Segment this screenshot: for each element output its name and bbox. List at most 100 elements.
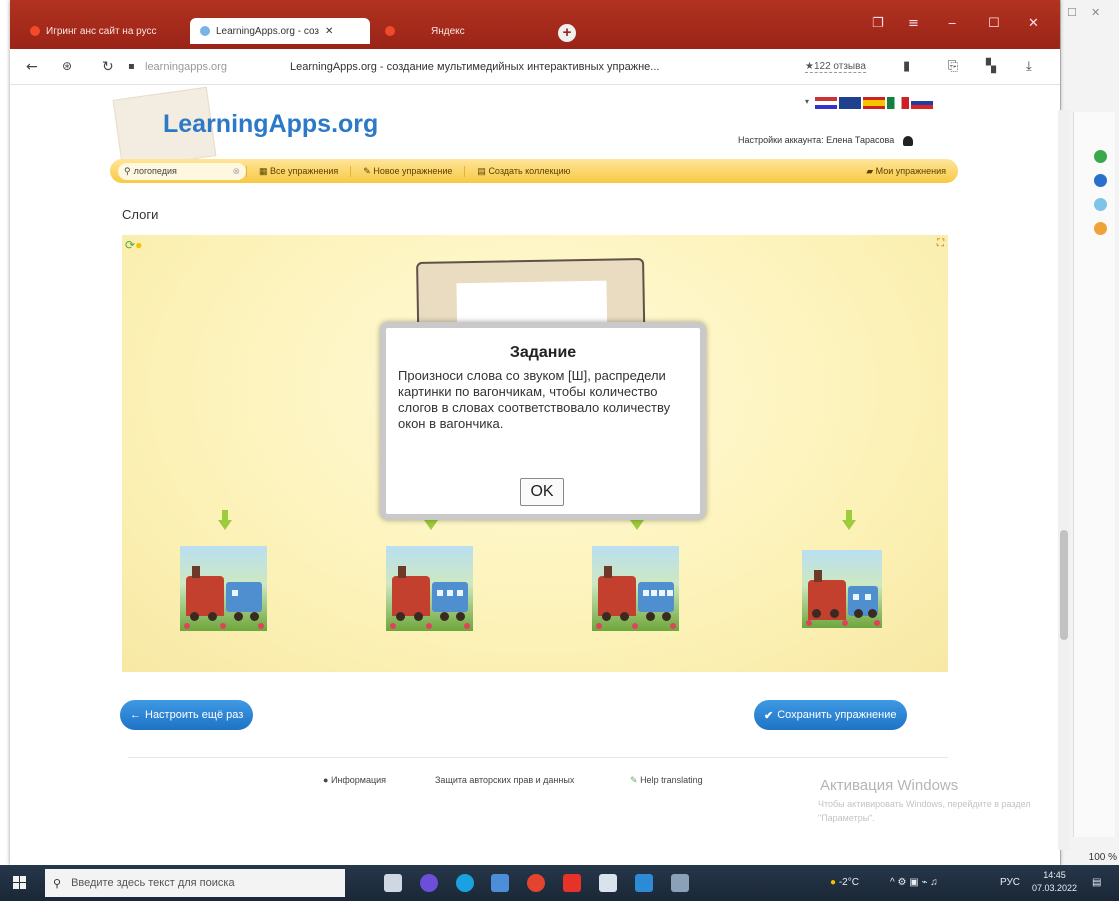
shield-icon[interactable]: ⊛: [62, 59, 72, 73]
window-restore-icon[interactable]: ☐: [1067, 6, 1077, 19]
flag-icon[interactable]: [911, 97, 934, 109]
fullscreen-icon[interactable]: ⛶: [937, 238, 944, 249]
account-label[interactable]: Настройки аккаунта: Елена Тарасова: [738, 135, 894, 145]
new-tab-button[interactable]: +: [558, 24, 576, 42]
tab-favicon-icon: [385, 26, 395, 36]
task-dialog: Задание Произноси слова со звуком [Ш], р…: [380, 322, 706, 520]
menu-icon[interactable]: ≡: [908, 16, 919, 31]
button-label: Сохранить упражнение: [777, 709, 897, 721]
search-placeholder: Введите здесь текст для поиска: [71, 877, 235, 889]
menu-label: Мои упражнения: [875, 165, 946, 176]
tab-close-icon[interactable]: ✕: [325, 26, 333, 37]
yandex-browser-icon[interactable]: [563, 874, 581, 892]
page-title[interactable]: LearningApps.org - создание мультимедийн…: [290, 61, 659, 73]
search-input[interactable]: ⚲ логопедия ⊗: [118, 162, 246, 180]
footer-divider: [128, 757, 948, 758]
search-icon: ⚲: [53, 876, 62, 890]
train-drop-zone-1[interactable]: [180, 546, 267, 631]
tab-learningapps[interactable]: LearningApps.org - соз ✕: [190, 18, 370, 44]
dialog-text: Произноси слова со звуком [Ш], распредел…: [398, 368, 671, 431]
tray-icons[interactable]: ^ ⚙ ▣ ⌁ ♫: [890, 877, 938, 888]
menu-all-exercises[interactable]: ▦ Все упражнения: [246, 165, 350, 177]
reader-icon[interactable]: ⎘: [948, 59, 958, 74]
tab-label: LearningApps.org - соз: [216, 25, 319, 37]
windows-activation-text: Чтобы активировать Windows, перейдите в …: [818, 799, 1031, 823]
mail-icon[interactable]: [635, 874, 653, 892]
save-exercise-button[interactable]: ✔ Сохранить упражнение: [754, 700, 907, 730]
exercise-title: Слоги: [122, 207, 159, 222]
clock-date: 07.03.2022: [1032, 883, 1078, 893]
photos-icon[interactable]: [491, 874, 509, 892]
configure-again-button[interactable]: ← Настроить ещё раз: [120, 700, 254, 730]
window-close-icon[interactable]: ✕: [1091, 6, 1100, 19]
url-text[interactable]: learningapps.org: [145, 61, 227, 73]
pencil-icon: ✎: [630, 775, 638, 785]
menu-my-exercises[interactable]: ▰ Мои упражнения: [854, 166, 958, 177]
check-icon: ✔: [764, 709, 774, 722]
menu-label: Все упражнения: [270, 165, 339, 176]
menu-new-exercise[interactable]: ✎ Новое упражнение: [350, 165, 464, 177]
clock[interactable]: 14:45 07.03.2022: [1032, 869, 1077, 895]
hint-icon[interactable]: ⟳●: [125, 238, 142, 252]
extension-icon[interactable]: [1094, 222, 1107, 235]
reload-icon[interactable]: ↻: [102, 59, 114, 75]
arrow-down-icon: [218, 510, 232, 532]
tab-yandex[interactable]: Яндекс: [375, 18, 525, 44]
user-icon[interactable]: [902, 135, 913, 146]
minimize-icon[interactable]: ‒: [948, 16, 956, 31]
reviews-link[interactable]: ★122 отзыва: [805, 61, 866, 73]
store-icon[interactable]: [599, 874, 617, 892]
train-drop-zone-3[interactable]: [592, 546, 679, 631]
footer-info-link[interactable]: ● Информация: [323, 775, 386, 785]
footer-help-link[interactable]: ✎ Help translating: [630, 775, 703, 786]
windows-start-icon[interactable]: [13, 876, 27, 890]
extension-icon[interactable]: ▚: [986, 59, 996, 74]
tab-label: Игринг анс сайт на русс: [46, 25, 157, 37]
footer-label: Help translating: [640, 775, 703, 785]
language-flags[interactable]: ▾: [805, 97, 934, 109]
yandex-icon[interactable]: [527, 874, 545, 892]
lock-icon: ▪: [128, 61, 135, 72]
flag-icon[interactable]: [863, 97, 886, 109]
notifications-icon[interactable]: ▤: [1092, 877, 1101, 888]
extension-icon[interactable]: [1094, 150, 1107, 163]
footer-privacy-link[interactable]: Защита авторских прав и данных: [435, 775, 574, 785]
side-panel: [1073, 112, 1115, 837]
weather-icon: ●: [830, 877, 837, 888]
taskbar-search-input[interactable]: ⚲ Введите здесь текст для поиска: [45, 869, 345, 897]
edge-icon[interactable]: [456, 874, 474, 892]
ok-button[interactable]: OK: [520, 478, 564, 506]
taskbar: ⚲ Введите здесь текст для поиска ● -2°C …: [0, 865, 1119, 901]
task-view-icon[interactable]: [384, 874, 402, 892]
close-icon[interactable]: ✕: [1028, 16, 1039, 31]
arrow-down-icon: [842, 510, 856, 532]
menu-create-collection[interactable]: ▤ Создать коллекцию: [464, 165, 582, 177]
arrow-left-icon: ←: [130, 709, 141, 721]
page-scrollbar[interactable]: [1058, 110, 1070, 850]
language-indicator[interactable]: РУС: [1000, 877, 1020, 888]
maximize-icon[interactable]: ☐: [988, 16, 1000, 31]
scrollbar-thumb[interactable]: [1060, 530, 1068, 640]
weather-widget[interactable]: ● -2°C: [830, 877, 859, 888]
flag-icon[interactable]: [815, 97, 838, 109]
zoom-level[interactable]: 100 %: [1089, 852, 1117, 863]
tab-first[interactable]: Игринг анс сайт на русс: [20, 18, 185, 44]
back-icon[interactable]: ←: [26, 59, 38, 75]
train-drop-zone-2[interactable]: [386, 546, 473, 631]
clock-time: 14:45: [1043, 870, 1066, 880]
clear-icon[interactable]: ⊗: [232, 166, 240, 177]
train-drop-zone-4[interactable]: [802, 550, 882, 628]
cortana-icon[interactable]: [420, 874, 438, 892]
flag-icon[interactable]: [839, 97, 862, 109]
extension-icon[interactable]: [1094, 198, 1107, 211]
site-logo[interactable]: LearningApps.org: [163, 110, 378, 139]
flag-icon[interactable]: [887, 97, 910, 109]
download-icon[interactable]: ⤓: [1026, 59, 1032, 74]
explorer-icon[interactable]: [671, 874, 689, 892]
extension-icon[interactable]: [1094, 174, 1107, 187]
bookmarks-icon[interactable]: ❐: [872, 16, 884, 31]
account-settings[interactable]: Настройки аккаунта: Елена Тарасова: [738, 135, 913, 146]
chevron-down-icon[interactable]: ▾: [805, 97, 809, 109]
dialog-title: Задание: [509, 344, 577, 361]
bookmark-icon[interactable]: ▮: [903, 59, 910, 74]
